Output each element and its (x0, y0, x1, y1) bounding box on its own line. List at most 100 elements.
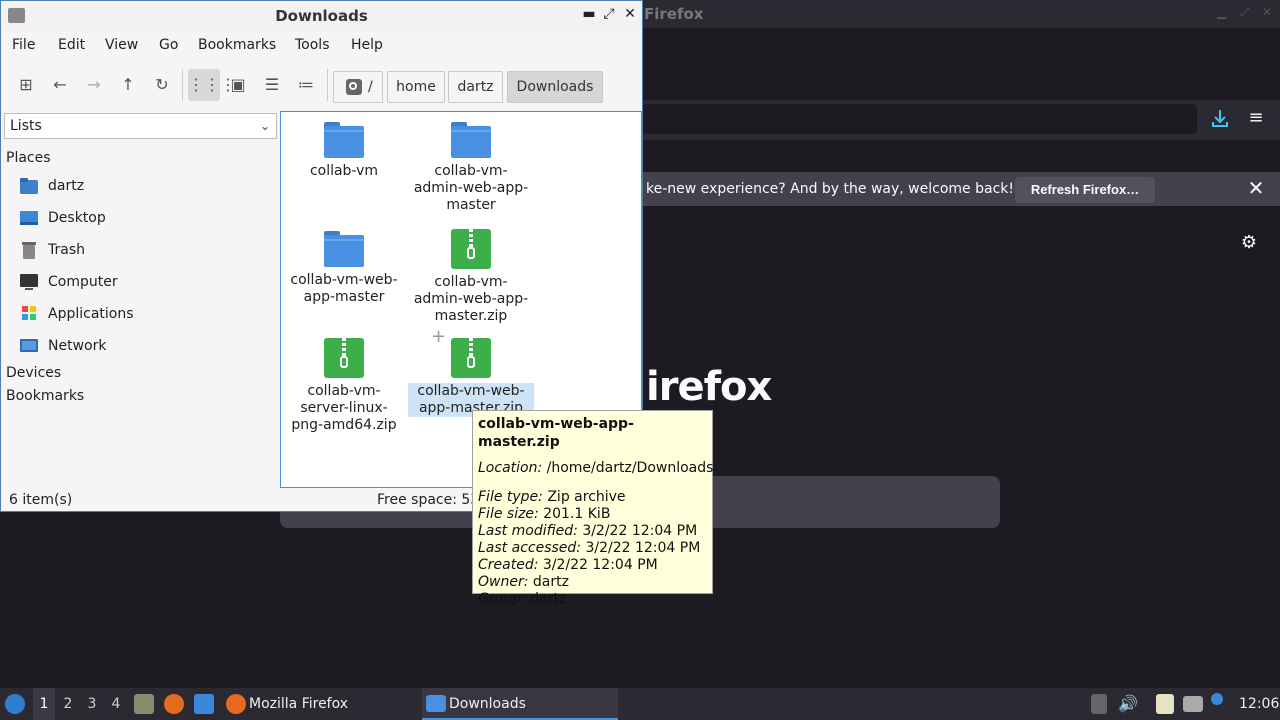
maximize-icon[interactable]: ⤢ (601, 6, 617, 22)
file-item-label: collab-vm (309, 163, 379, 179)
close-icon[interactable]: ✕ (1262, 5, 1272, 19)
sidebar-item-label: Network (48, 338, 107, 354)
sidebar-item-label: Computer (48, 274, 118, 290)
file-info-tooltip: collab-vm-web-app-master.zip Location: /… (472, 410, 713, 607)
status-item-count: 6 item(s) (9, 492, 73, 508)
bookmarks-heading[interactable]: Bookmarks (6, 388, 84, 404)
menu-tools[interactable]: Tools (295, 37, 330, 53)
devices-heading[interactable]: Devices (6, 365, 61, 381)
status-free-space: Free space: 53 (377, 492, 473, 508)
zip-archive-icon (324, 338, 364, 378)
breadcrumb-home[interactable]: home (387, 71, 445, 103)
thumbnail-view-icon[interactable]: ▣ (222, 69, 254, 101)
menu-edit[interactable]: Edit (58, 37, 85, 53)
file-manager-titlebar: Downloads ▬ ⤢ ✕ (1, 1, 642, 31)
notification-icon[interactable] (1211, 693, 1223, 705)
reload-icon[interactable]: ↻ (146, 69, 178, 101)
clipboard-icon[interactable] (1156, 694, 1174, 714)
sidebar-item-dartz[interactable]: dartz (19, 173, 269, 199)
workspace-3[interactable]: 3 (81, 688, 103, 720)
up-icon[interactable]: ↑ (112, 69, 144, 101)
tooltip-owner-row: Owner: dartz (478, 574, 569, 590)
breadcrumb-downloads[interactable]: Downloads (507, 71, 603, 103)
applications-icon (19, 305, 39, 323)
network-icon (19, 337, 39, 355)
refresh-firefox-button[interactable]: Refresh Firefox… (1015, 177, 1155, 203)
file-item-label: collab-vm-admin-web-app-master (413, 163, 529, 213)
minimize-icon[interactable]: ▬ (581, 6, 597, 22)
back-icon[interactable]: ← (44, 69, 76, 101)
detailed-list-view-icon[interactable]: ≔ (290, 69, 322, 101)
sidebar-item-applications[interactable]: Applications (19, 301, 269, 327)
task-downloads[interactable]: Downloads (422, 688, 618, 720)
menu-go[interactable]: Go (159, 37, 178, 53)
taskbar: 1 2 3 4 Mozilla Firefox Downloads 🔊 12:0… (0, 688, 1280, 720)
url-bar[interactable] (642, 104, 1197, 134)
close-icon[interactable]: ✕ (622, 6, 638, 22)
sidebar-item-trash[interactable]: Trash (19, 237, 269, 263)
folder-icon (451, 122, 491, 158)
tooltip-created-row: Created: 3/2/22 12:04 PM (478, 557, 658, 573)
new-tab-icon[interactable]: ⊞ (10, 69, 42, 101)
forward-icon[interactable]: → (78, 69, 110, 101)
breadcrumb-root-label: / (368, 79, 373, 95)
places-heading[interactable]: Places (6, 150, 51, 166)
menu-view[interactable]: View (105, 37, 138, 53)
sidebar-item-computer[interactable]: Computer (19, 269, 269, 295)
menu-help[interactable]: Help (351, 37, 383, 53)
side-pane-mode-select[interactable]: Lists ⌄ (4, 113, 277, 139)
sidebar-item-label: Applications (48, 306, 134, 322)
menu-file[interactable]: File (12, 37, 35, 53)
file-item-label: collab-vm-admin-web-app-master.zip (413, 274, 529, 324)
task-mozilla-firefox[interactable]: Mozilla Firefox (222, 688, 418, 720)
menu-bookmarks[interactable]: Bookmarks (198, 37, 276, 53)
side-pane-mode-value: Lists (10, 118, 42, 134)
folder-icon (324, 231, 364, 267)
tooltip-filetype-row: File type: Zip archive (478, 489, 626, 505)
workspace-1[interactable]: 1 (33, 688, 55, 720)
hamburger-menu-icon[interactable]: ≡ (1246, 108, 1266, 130)
minimize-icon[interactable]: ▁ (1217, 5, 1226, 19)
menubar: File Edit View Go Bookmarks Tools Help (1, 33, 642, 59)
clock[interactable]: 12:06 (1239, 688, 1279, 720)
folder-icon (324, 122, 364, 158)
firefox-launcher-icon[interactable] (164, 694, 184, 714)
file-item[interactable]: collab-vm (281, 122, 407, 180)
tooltip-group-row: Group: dartz (478, 591, 567, 607)
folder-icon (426, 695, 446, 712)
gear-icon[interactable]: ⚙ (1238, 232, 1260, 254)
volume-icon[interactable]: 🔊 (1118, 688, 1138, 720)
sidebar-item-label: dartz (48, 178, 85, 194)
file-manager-launcher-icon[interactable] (134, 694, 154, 714)
network-status-icon[interactable] (1183, 696, 1203, 712)
tooltip-modified-row: Last modified: 3/2/22 12:04 PM (478, 523, 698, 539)
eject-icon[interactable] (1091, 694, 1107, 714)
task-label: Downloads (449, 696, 526, 712)
file-item-selected[interactable]: collab-vm-web-app-master.zip (408, 338, 534, 417)
sidebar-item-network[interactable]: Network (19, 333, 269, 359)
drag-cursor-icon: + (431, 326, 447, 347)
workspace-2[interactable]: 2 (57, 688, 79, 720)
file-item[interactable]: collab-vm-server-linux-png-amd64.zip (281, 338, 407, 434)
sidebar-item-label: Trash (48, 242, 85, 258)
task-label: Mozilla Firefox (249, 696, 349, 712)
file-item[interactable]: collab-vm-web-app-master (281, 231, 407, 306)
icon-view-icon[interactable]: ⋮⋮⋮ (188, 69, 236, 101)
notification-close-icon[interactable]: ✕ (1245, 178, 1267, 200)
toolbar: ⊞ ← → ↑ ↻ ⋮⋮⋮ ▣ ☰ ≔ / home dartz Downloa… (1, 65, 642, 107)
maximize-icon[interactable]: ⤢ (1240, 5, 1250, 20)
toolbar-separator (327, 69, 328, 101)
show-desktop-icon[interactable] (194, 694, 214, 714)
window-title: Downloads (275, 7, 368, 25)
compact-view-icon[interactable]: ☰ (256, 69, 288, 101)
firefox-wordmark: irefox (646, 364, 772, 410)
breadcrumb-root[interactable]: / (333, 71, 383, 103)
sidebar-item-desktop[interactable]: Desktop (19, 205, 269, 231)
file-item[interactable]: collab-vm-admin-web-app-master (408, 122, 534, 214)
trash-icon (19, 241, 39, 259)
workspace-4[interactable]: 4 (105, 688, 127, 720)
file-item[interactable]: collab-vm-admin-web-app-master.zip (408, 229, 534, 325)
breadcrumb-dartz[interactable]: dartz (448, 71, 503, 103)
start-menu-icon[interactable] (5, 694, 25, 714)
download-icon[interactable] (1210, 108, 1230, 130)
